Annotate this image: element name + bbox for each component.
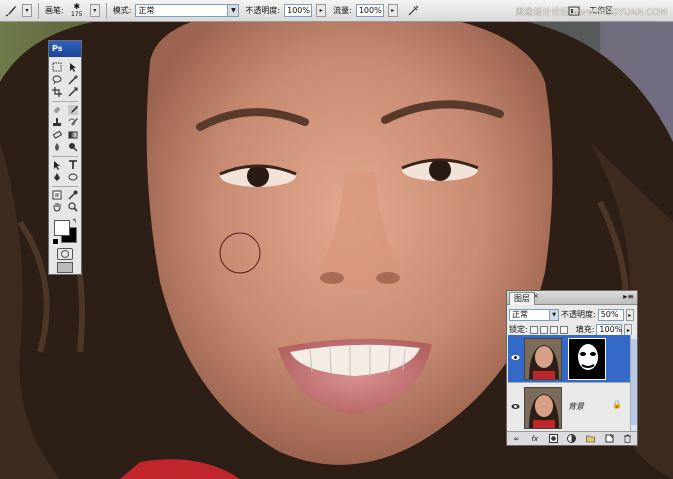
separator [105,2,107,19]
shape-tool-icon[interactable] [68,172,78,182]
fill-input[interactable]: 100% [596,323,623,336]
brush-size: 175 [70,11,83,18]
flow-input[interactable]: 100% [355,4,384,17]
flow-label: 流量: [333,6,352,15]
brush-preset-picker[interactable]: ✱ 175 [68,2,86,19]
crop-tool-icon[interactable] [52,87,62,98]
scrollbar-thumb[interactable] [631,339,637,425]
lock-all-icon[interactable] [559,325,568,334]
brush-preset-dropdown[interactable]: ▾ [89,4,100,17]
chevron-down-icon: ▼ [549,309,558,320]
layer-thumbnail [524,387,562,429]
airbrush-icon[interactable] [406,4,420,18]
foreground-color-swatch[interactable] [54,219,70,236]
fill-slider-button[interactable]: ▸ [624,323,633,336]
lock-image-icon[interactable] [539,325,548,334]
magic-wand-tool-icon[interactable] [68,74,78,85]
default-colors-icon[interactable] [52,237,59,245]
blend-mode-select[interactable]: 正常 ▼ [509,308,559,321]
adjustment-layer-icon[interactable] [567,434,577,443]
mode-value: 正常 [138,6,155,15]
mode-select[interactable]: 正常 ▼ [135,4,240,17]
hand-tool-icon[interactable] [52,202,62,212]
tools-panel-title[interactable]: Ps [49,41,81,57]
layers-scrollbar[interactable] [630,335,637,431]
eye-icon[interactable] [511,353,520,362]
link-layers-icon[interactable]: ∞ [512,434,521,443]
new-group-icon[interactable] [586,434,595,443]
quick-mask-icon[interactable] [57,247,73,260]
chevron-down-icon: ▼ [227,5,239,16]
healing-brush-tool-icon[interactable] [52,105,62,115]
screen-mode-icon[interactable] [57,262,73,273]
add-mask-icon[interactable] [548,434,558,443]
separator [52,155,78,157]
fill-label: 填充: [575,325,595,334]
opacity-slider-button[interactable]: ▸ [316,4,327,17]
tab-layers[interactable]: 图层 [509,292,535,305]
layer-row-background[interactable]: 背景 🔒 [508,384,632,432]
swap-colors-icon[interactable]: ↰ [72,218,77,225]
layer-opacity-label: 不透明度: [561,310,596,319]
brush-tool-icon[interactable] [68,104,78,115]
opacity-label: 不透明度: [245,6,281,15]
brush-tool-icon[interactable] [4,4,18,18]
notes-tool-icon[interactable] [52,190,62,200]
eye-icon[interactable] [511,402,520,411]
separator [38,2,39,19]
gradient-tool-icon[interactable] [68,130,78,140]
path-selection-tool-icon[interactable] [52,160,62,170]
lasso-tool-icon[interactable] [52,75,62,85]
fill-value: 100% [599,324,623,334]
layer-style-icon[interactable]: fx [530,434,539,443]
new-layer-icon[interactable] [605,434,614,443]
history-brush-tool-icon[interactable] [68,117,78,127]
flow-value: 100% [358,6,382,15]
delete-layer-icon[interactable] [623,434,632,443]
zoom-tool-icon[interactable] [68,202,78,212]
brush-label: 画笔: [45,6,64,15]
color-swatches: ↰ [49,217,81,247]
layer-opacity-input[interactable]: 50% [597,308,624,321]
lock-transparent-icon[interactable] [529,325,538,334]
eraser-tool-icon[interactable] [52,130,62,140]
mode-label: 模式: [112,6,132,15]
blur-tool-icon[interactable] [52,142,62,152]
blend-mode-value: 正常 [512,309,528,319]
marquee-tool-icon[interactable] [52,62,62,72]
tools-panel: Ps ↰ [48,40,82,275]
layer-mask-thumbnail[interactable] [568,338,606,380]
layer-name-background: 背景 [568,402,584,411]
move-tool-icon[interactable] [68,62,78,73]
slice-tool-icon[interactable] [68,87,78,97]
layer-row-retouch[interactable] [508,335,632,383]
separator [52,100,78,102]
type-tool-icon[interactable] [68,159,78,170]
clone-stamp-tool-icon[interactable] [52,117,62,127]
brush-tip-icon: ✱ [73,2,81,11]
lock-label: 锁定: [509,325,528,334]
layers-panel-header: 图层 × ▸≡ [507,291,637,305]
tool-preset-dropdown[interactable]: ▾ [22,4,32,17]
lock-position-icon[interactable] [549,325,558,334]
pen-tool-icon[interactable] [52,172,62,182]
separator [52,185,78,187]
layer-opacity-slider-button[interactable]: ▸ [625,308,634,321]
layer-opacity-value: 50% [600,309,619,319]
lock-icon: 🔒 [612,400,622,409]
panel-menu-icon[interactable]: ▸≡ [623,292,634,301]
flow-slider-button[interactable]: ▸ [387,4,398,17]
dodge-tool-icon[interactable] [68,142,78,152]
layers-panel: 图层 × ▸≡ 正常 ▼ 不透明度: 50% ▸ 锁定: 填充: 100% ▸ [506,290,638,446]
eyedropper-tool-icon[interactable] [68,190,78,200]
opacity-value: 100% [287,6,310,15]
watermark-text: 思缘设计论坛 www.MISSYUAN.COM [515,8,667,18]
close-icon[interactable]: × [533,292,539,300]
layer-thumbnail [524,338,562,380]
layers-panel-footer: ∞ fx [507,431,637,445]
opacity-input[interactable]: 100% [284,4,313,17]
